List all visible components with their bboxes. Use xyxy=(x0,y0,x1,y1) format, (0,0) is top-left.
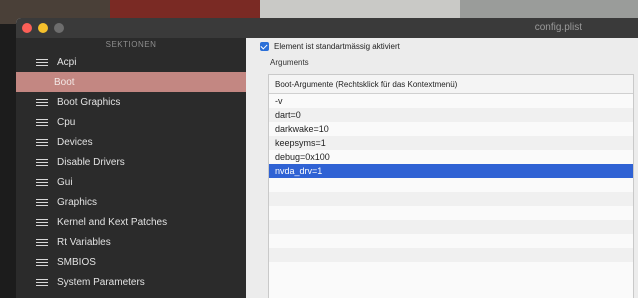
app-window: config.plist SEKTIONEN Acpi Boot Boot Grap… xyxy=(16,18,638,298)
argument-cell: dart=0 xyxy=(275,110,301,120)
list-icon xyxy=(36,58,48,67)
empty-table-row[interactable] xyxy=(269,234,633,248)
table-row[interactable]: nvda_drv=1 xyxy=(269,164,633,178)
window-title: config.plist xyxy=(534,22,582,33)
default-enabled-checkbox-row[interactable]: Element ist standartmässig aktiviert xyxy=(260,42,400,51)
arguments-section-label: Arguments xyxy=(270,58,309,67)
close-window-button[interactable] xyxy=(22,23,32,33)
empty-table-row[interactable] xyxy=(269,192,633,206)
sidebar-item-label: Graphics xyxy=(57,196,98,208)
empty-table-row[interactable] xyxy=(269,248,633,262)
sidebar-item-boot-graphics[interactable]: Boot Graphics xyxy=(16,92,246,112)
list-icon xyxy=(36,98,48,107)
sidebar-item-label: Cpu xyxy=(57,116,76,128)
title-bar: config.plist xyxy=(16,18,638,38)
sidebar-item-devices[interactable]: Devices xyxy=(16,132,246,152)
sidebar-item-disable-drivers[interactable]: Disable Drivers xyxy=(16,152,246,172)
table-row[interactable]: debug=0x100 xyxy=(269,150,633,164)
sidebar-header: SEKTIONEN xyxy=(105,40,157,49)
list-icon xyxy=(36,178,48,187)
list-icon xyxy=(36,258,48,267)
table-body: -v dart=0 darkwake=10 keepsyms=1 debug=0x100… xyxy=(269,94,633,276)
table-column-header[interactable]: Boot-Argumente (Rechtsklick für das Kont… xyxy=(269,75,633,94)
empty-table-row[interactable] xyxy=(269,178,633,192)
list-icon xyxy=(36,158,48,167)
list-icon xyxy=(36,278,48,287)
sidebar: SEKTIONEN Acpi Boot Boot Graphics Cpu Device… xyxy=(16,38,246,298)
sidebar-item-label: Acpi xyxy=(57,56,77,68)
list-icon xyxy=(36,218,48,227)
sidebar-item-cpu[interactable]: Cpu xyxy=(16,112,246,132)
sidebar-item-label: Devices xyxy=(57,136,93,148)
sidebar-item-label: Disable Drivers xyxy=(57,156,125,168)
boot-arguments-table: Boot-Argumente (Rechtsklick für das Kont… xyxy=(268,74,634,298)
empty-table-row[interactable] xyxy=(269,262,633,276)
argument-cell: -v xyxy=(275,96,283,106)
argument-cell: debug=0x100 xyxy=(275,152,330,162)
sidebar-item-label: SMBIOS xyxy=(57,256,96,268)
window-controls xyxy=(22,23,64,33)
list-icon xyxy=(36,238,48,247)
zoom-window-button[interactable] xyxy=(54,23,64,33)
checkbox-checked-icon[interactable] xyxy=(260,42,269,51)
list-icon xyxy=(36,138,48,147)
sidebar-item-label: Kernel and Kext Patches xyxy=(57,216,168,228)
sidebar-item-boot[interactable]: Boot xyxy=(16,72,246,92)
sidebar-item-kernel-and-kext-patches[interactable]: Kernel and Kext Patches xyxy=(16,212,246,232)
empty-table-row[interactable] xyxy=(269,206,633,220)
table-row[interactable]: keepsyms=1 xyxy=(269,136,633,150)
list-icon xyxy=(36,198,48,207)
table-row[interactable]: darkwake=10 xyxy=(269,122,633,136)
sidebar-item-smbios[interactable]: SMBIOS xyxy=(16,252,246,272)
argument-cell: nvda_drv=1 xyxy=(275,166,323,176)
sidebar-item-label: Rt Variables xyxy=(57,236,111,248)
argument-cell: keepsyms=1 xyxy=(275,138,326,148)
sidebar-item-graphics[interactable]: Graphics xyxy=(16,192,246,212)
argument-cell: darkwake=10 xyxy=(275,124,329,134)
minimize-window-button[interactable] xyxy=(38,23,48,33)
sidebar-item-label: System Parameters xyxy=(57,276,145,288)
sidebar-list: Acpi Boot Boot Graphics Cpu Devices Disable D… xyxy=(16,52,246,292)
sidebar-item-label: Boot xyxy=(54,76,75,88)
sidebar-item-label: Gui xyxy=(57,176,73,188)
list-icon xyxy=(36,118,48,127)
table-row[interactable]: -v xyxy=(269,94,633,108)
default-enabled-label: Element ist standartmässig aktiviert xyxy=(274,42,400,51)
sidebar-item-acpi[interactable]: Acpi xyxy=(16,52,246,72)
sidebar-item-rt-variables[interactable]: Rt Variables xyxy=(16,232,246,252)
sidebar-item-system-parameters[interactable]: System Parameters xyxy=(16,272,246,292)
sidebar-item-gui[interactable]: Gui xyxy=(16,172,246,192)
empty-table-row[interactable] xyxy=(269,220,633,234)
main-panel: Element ist standartmässig aktiviert Arg… xyxy=(246,38,638,298)
table-row[interactable]: dart=0 xyxy=(269,108,633,122)
sidebar-item-label: Boot Graphics xyxy=(57,96,121,108)
